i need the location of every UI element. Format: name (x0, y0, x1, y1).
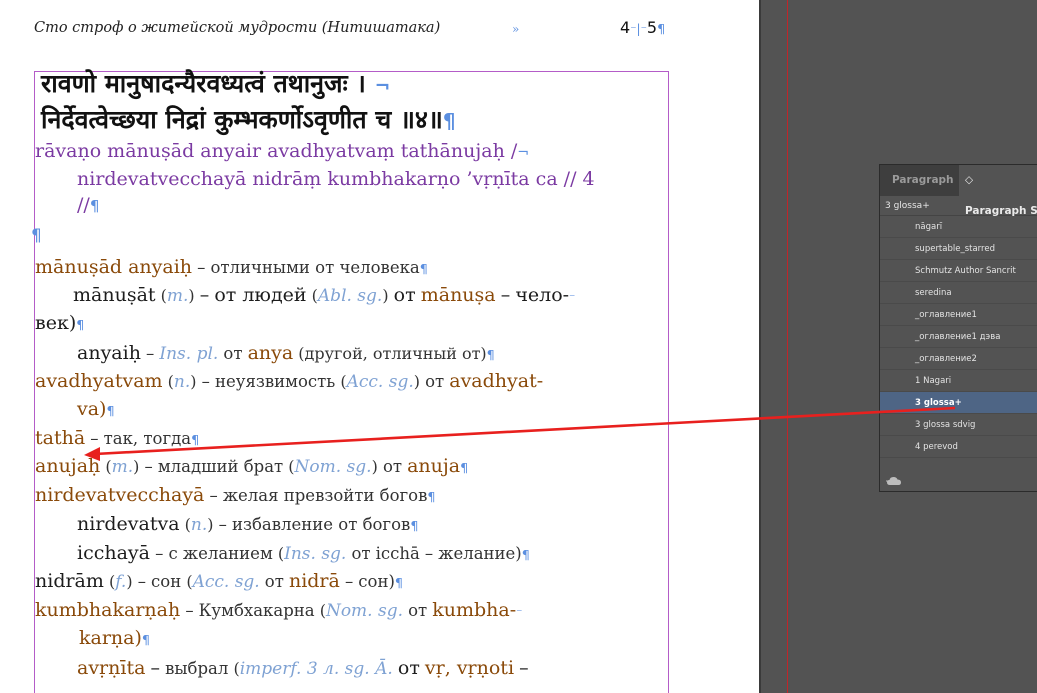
arrow-shaft (94, 406, 956, 456)
annotation-arrow (84, 406, 956, 461)
arrow-head (84, 447, 100, 461)
